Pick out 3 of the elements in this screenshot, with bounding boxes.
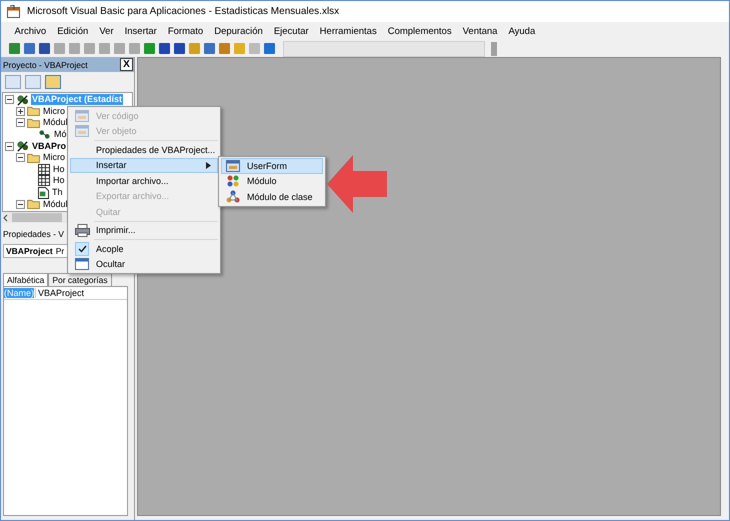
panel-title: Proyecto - VBAProject xyxy=(3,60,88,70)
window-title: Microsoft Visual Basic para Aplicaciones - Estadisticas Mensuales.xlsx xyxy=(27,6,340,17)
panel-title: Propiedades - V xyxy=(3,228,64,238)
